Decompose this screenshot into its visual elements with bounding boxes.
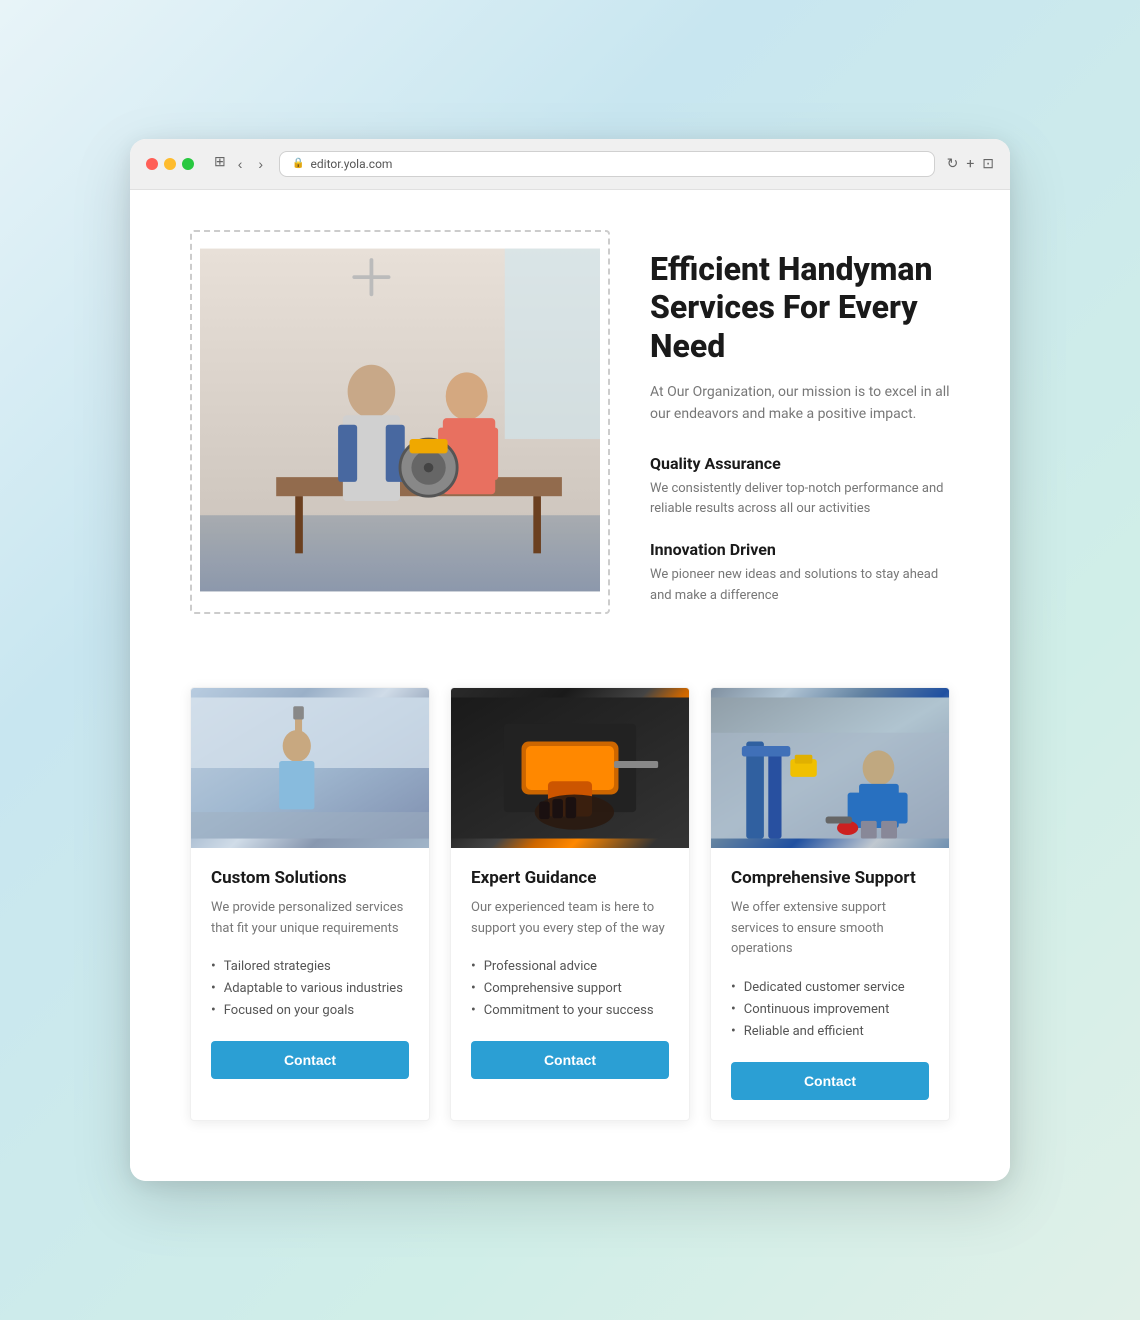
card-list-2: Professional advice Comprehensive suppor… [471, 955, 669, 1021]
hero-content: Efficient Handyman Services For Every Ne… [650, 230, 950, 627]
hero-image-container [190, 230, 610, 614]
feature-innovation-desc: We pioneer new ideas and solutions to st… [650, 565, 950, 607]
card-image-3 [711, 688, 949, 848]
card-body-3: Comprehensive Support We offer extensive… [711, 848, 949, 1120]
cards-section: Custom Solutions We provide personalized… [190, 687, 950, 1121]
feature-innovation-title: Innovation Driven [650, 540, 950, 559]
browser-controls: ⊞ ‹ › [214, 154, 267, 174]
card-list-item: Tailored strategies [211, 955, 409, 977]
hero-section: Efficient Handyman Services For Every Ne… [190, 230, 950, 627]
feature-quality-desc: We consistently deliver top-notch perfor… [650, 479, 950, 521]
contact-button-3[interactable]: Contact [731, 1062, 929, 1100]
contact-button-2[interactable]: Contact [471, 1041, 669, 1079]
card-list-1: Tailored strategies Adaptable to various… [211, 955, 409, 1021]
browser-actions: ↻ + ⊡ [947, 156, 994, 172]
lock-icon: 🔒 [292, 158, 304, 169]
traffic-light-yellow[interactable] [164, 158, 176, 170]
url-text: editor.yola.com [311, 157, 393, 171]
hero-image [200, 240, 600, 600]
card-title-1: Custom Solutions [211, 868, 409, 888]
card-list-item: Professional advice [471, 955, 669, 977]
card-desc-1: We provide personalized services that fi… [211, 898, 409, 940]
card-custom-solutions: Custom Solutions We provide personalized… [190, 687, 430, 1121]
feature-quality-title: Quality Assurance [650, 454, 950, 473]
page-content: Efficient Handyman Services For Every Ne… [130, 190, 1010, 1182]
card-list-3: Dedicated customer service Continuous im… [731, 976, 929, 1042]
card-list-item: Focused on your goals [211, 999, 409, 1021]
traffic-light-green[interactable] [182, 158, 194, 170]
card-desc-2: Our experienced team is here to support … [471, 898, 669, 940]
refresh-icon[interactable]: ↻ [947, 156, 959, 172]
browser-chrome: ⊞ ‹ › 🔒 editor.yola.com ↻ + ⊡ [130, 139, 1010, 190]
card-desc-3: We offer extensive support services to e… [731, 898, 929, 960]
card-image-2 [451, 688, 689, 848]
back-button[interactable]: ‹ [234, 154, 247, 174]
forward-button[interactable]: › [254, 154, 267, 174]
hero-subtitle: At Our Organization, our mission is to e… [650, 381, 950, 426]
card-body-2: Expert Guidance Our experienced team is … [451, 848, 689, 1100]
more-options-icon[interactable]: ⊡ [982, 156, 994, 172]
card-list-item: Reliable and efficient [731, 1020, 929, 1042]
card-title-3: Comprehensive Support [731, 868, 929, 888]
card-body-1: Custom Solutions We provide personalized… [191, 848, 429, 1100]
feature-innovation: Innovation Driven We pioneer new ideas a… [650, 540, 950, 607]
card-list-item: Dedicated customer service [731, 976, 929, 998]
card-expert-guidance: Expert Guidance Our experienced team is … [450, 687, 690, 1121]
hero-image-dashed-border [190, 230, 610, 614]
card-list-item: Continuous improvement [731, 998, 929, 1020]
traffic-light-red[interactable] [146, 158, 158, 170]
card-image-1 [191, 688, 429, 848]
hero-title: Efficient Handyman Services For Every Ne… [650, 250, 950, 365]
card-comprehensive-support: Comprehensive Support We offer extensive… [710, 687, 950, 1121]
card-title-2: Expert Guidance [471, 868, 669, 888]
sidebar-toggle-icon[interactable]: ⊞ [214, 154, 226, 174]
contact-button-1[interactable]: Contact [211, 1041, 409, 1079]
card-list-item: Comprehensive support [471, 977, 669, 999]
feature-quality: Quality Assurance We consistently delive… [650, 454, 950, 521]
card-list-item: Commitment to your success [471, 999, 669, 1021]
add-tab-icon[interactable]: + [966, 156, 974, 172]
card-list-item: Adaptable to various industries [211, 977, 409, 999]
address-bar[interactable]: 🔒 editor.yola.com [279, 151, 935, 177]
traffic-lights [146, 158, 194, 170]
browser-window: ⊞ ‹ › 🔒 editor.yola.com ↻ + ⊡ [130, 139, 1010, 1182]
